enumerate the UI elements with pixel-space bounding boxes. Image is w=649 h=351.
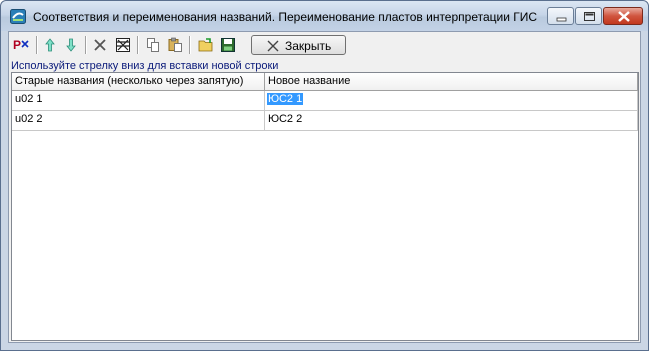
table-cell-selected[interactable]: ЮС2 1	[265, 91, 638, 111]
window-close-icon	[618, 11, 630, 22]
toolbar: P Закрыть	[9, 32, 640, 58]
column-header-new-name[interactable]: Новое название	[265, 73, 638, 91]
delete-all-button[interactable]	[113, 35, 133, 55]
window-title: Соответствия и переименования названий. …	[33, 10, 538, 24]
maximize-icon	[584, 12, 595, 21]
column-header-label: Новое название	[268, 75, 351, 87]
close-button[interactable]: Закрыть	[251, 35, 346, 55]
cell-text: u02 2	[15, 113, 43, 125]
column-header-label: Старые названия (несколько через запятую…	[15, 75, 244, 87]
table-cell[interactable]: u02 1	[12, 91, 265, 111]
minimize-icon	[556, 17, 567, 22]
column-header-old-names[interactable]: Старые названия (несколько через запятую…	[12, 73, 265, 91]
arrow-up-icon	[45, 38, 55, 52]
hint-text: Используйте стрелку вниз для вставки нов…	[11, 60, 279, 72]
app-window: Соответствия и переименования названий. …	[0, 0, 649, 351]
cell-text: ЮС2 1	[267, 93, 304, 105]
move-down-button[interactable]	[61, 35, 81, 55]
save-button[interactable]	[218, 35, 238, 55]
paste-icon	[168, 37, 182, 52]
copy-icon	[147, 38, 159, 52]
delete-icon	[94, 39, 106, 51]
cell-text: ЮС2 2	[268, 113, 303, 125]
client-area: P Закрыть Используйте стрелку вниз для в…	[8, 31, 641, 343]
p-mark-button[interactable]: P	[11, 35, 31, 55]
toolbar-separator	[137, 36, 139, 54]
paste-button[interactable]	[165, 35, 185, 55]
table-cell[interactable]: u02 2	[12, 111, 265, 131]
window-close-button[interactable]	[603, 7, 643, 25]
close-button-label: Закрыть	[285, 39, 332, 53]
copy-button[interactable]	[143, 35, 163, 55]
delete-row-button[interactable]	[90, 35, 110, 55]
renames-table[interactable]: Старые названия (несколько через запятую…	[11, 72, 639, 341]
move-up-button[interactable]	[40, 35, 60, 55]
arrow-down-icon	[66, 38, 76, 52]
minimize-button[interactable]	[547, 7, 574, 25]
save-icon	[221, 38, 235, 52]
maximize-button[interactable]	[575, 7, 602, 25]
title-bar[interactable]: Соответствия и переименования названий. …	[1, 1, 648, 31]
close-icon	[267, 40, 279, 52]
toolbar-separator	[36, 36, 38, 54]
cell-text: u02 1	[15, 93, 43, 105]
delete-all-icon	[116, 38, 130, 52]
toolbar-separator	[85, 36, 87, 54]
svg-text:P: P	[13, 38, 21, 52]
p-mark-icon: P	[13, 38, 29, 52]
toolbar-separator	[189, 36, 191, 54]
open-folder-icon	[198, 38, 213, 52]
app-icon	[10, 9, 26, 24]
open-button[interactable]	[196, 35, 216, 55]
table-cell[interactable]: ЮС2 2	[265, 111, 638, 131]
